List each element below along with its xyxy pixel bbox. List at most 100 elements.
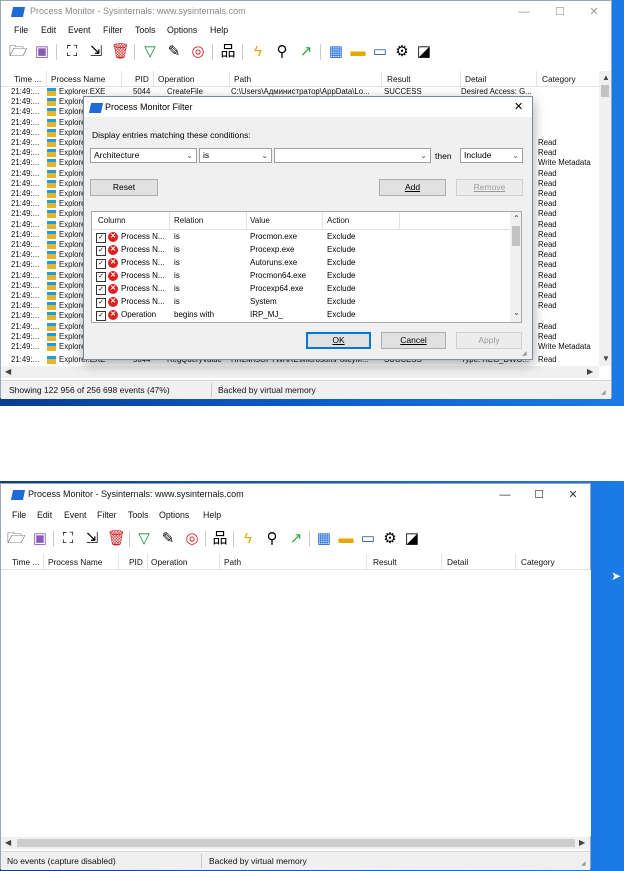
col-time[interactable]: Time ... <box>14 74 41 84</box>
col-separator[interactable] <box>118 554 119 569</box>
filesystem-icon[interactable]: ▬ <box>337 530 355 548</box>
col-separator[interactable] <box>147 554 148 569</box>
scroll-up-icon[interactable]: ▲ <box>602 73 610 82</box>
filter-rule-row[interactable]: ✓ ✕ Process N... is Procexp64.exe Exclude <box>92 283 509 296</box>
autoscroll-icon[interactable]: ⇲ <box>83 530 101 548</box>
scroll-down-icon[interactable]: ▼ <box>602 354 610 363</box>
autoscroll-icon[interactable]: ⇲ <box>87 43 105 61</box>
checkbox-checked-icon[interactable]: ✓ <box>96 272 106 282</box>
checkbox-checked-icon[interactable]: ✓ <box>96 259 106 269</box>
scroll-right-icon[interactable]: ▶ <box>587 367 593 376</box>
checkbox-checked-icon[interactable]: ✓ <box>96 233 106 243</box>
profiling-icon[interactable]: ◪ <box>415 43 433 61</box>
col-process-name[interactable]: Process Name <box>48 557 102 567</box>
title-bar[interactable]: Process Monitor - Sysinternals: www.sysi… <box>1 484 590 506</box>
dialog-title-bar[interactable]: Process Monitor Filter ✕ <box>84 97 532 117</box>
col-separator[interactable] <box>366 554 367 569</box>
event-icon[interactable]: ϟ <box>249 43 267 61</box>
filter-icon[interactable]: ▽ <box>135 530 153 548</box>
filter-rule-row[interactable]: ✓ ✕ Process N... is Autoruns.exe Exclude <box>92 257 509 270</box>
resize-grip-icon[interactable]: ◢ <box>601 389 609 397</box>
scroll-left-icon[interactable]: ◀ <box>5 367 11 376</box>
col-path[interactable]: Path <box>234 74 251 84</box>
open-folder-icon[interactable]: 🗁 <box>7 530 26 548</box>
checkbox-checked-icon[interactable]: ✓ <box>96 298 106 308</box>
open-folder-icon[interactable]: 🗁 <box>9 43 28 61</box>
jump-icon[interactable]: ↗ <box>287 530 305 548</box>
menu-edit[interactable]: Edit <box>41 25 56 35</box>
menu-filter[interactable]: Filter <box>103 25 123 35</box>
close-icon[interactable]: ✕ <box>579 3 609 21</box>
maximize-icon[interactable]: ☐ <box>524 486 554 504</box>
menu-file[interactable]: File <box>14 25 28 35</box>
filesystem-icon[interactable]: ▬ <box>349 43 367 61</box>
scroll-thumb[interactable] <box>512 226 520 246</box>
minimize-icon[interactable]: — <box>490 486 520 504</box>
menu-filter[interactable]: Filter <box>97 510 117 520</box>
list-col-separator[interactable] <box>246 212 247 229</box>
network-icon[interactable]: ▭ <box>371 43 389 61</box>
title-bar[interactable]: Process Monitor - Sysinternals: www.sysi… <box>1 1 611 23</box>
highlight-icon[interactable]: ✎ <box>159 530 177 548</box>
close-icon[interactable]: ✕ <box>558 486 588 504</box>
scroll-down-icon[interactable]: ⌄ <box>513 308 520 317</box>
horizontal-scrollbar[interactable]: ◀ ▶ <box>1 366 599 378</box>
target-icon[interactable]: ◎ <box>183 530 201 548</box>
filter-icon[interactable]: ▽ <box>141 43 159 61</box>
col-operation[interactable]: Operation <box>151 557 187 567</box>
col-separator[interactable] <box>229 71 230 86</box>
process-tree-icon[interactable]: 品 <box>211 530 229 548</box>
col-separator[interactable] <box>46 71 47 86</box>
col-operation[interactable]: Operation <box>158 74 194 84</box>
registry-icon[interactable]: ▦ <box>315 530 333 548</box>
profiling-icon[interactable]: ◪ <box>403 530 421 548</box>
col-separator[interactable] <box>43 554 44 569</box>
col-separator[interactable] <box>121 71 122 86</box>
checkbox-checked-icon[interactable]: ✓ <box>96 246 106 256</box>
highlight-icon[interactable]: ✎ <box>165 43 183 61</box>
menu-event[interactable]: Event <box>64 510 87 520</box>
checkbox-checked-icon[interactable]: ✓ <box>96 285 106 295</box>
clear-icon[interactable]: 🗑 <box>107 530 126 548</box>
vertical-scrollbar[interactable]: ▲ ▼ <box>599 71 611 366</box>
list-col-separator[interactable] <box>322 212 323 229</box>
reset-button[interactable]: Reset <box>90 179 158 196</box>
dialog-close-icon[interactable]: ✕ <box>514 100 523 113</box>
col-separator[interactable] <box>219 554 220 569</box>
filter-rule-row[interactable]: ✓ ✕ Process N... is System Exclude <box>92 296 509 309</box>
event-list-empty[interactable] <box>1 570 591 836</box>
col-separator[interactable] <box>441 554 442 569</box>
scroll-up-icon[interactable]: ⌃ <box>513 214 520 223</box>
network-icon[interactable]: ▭ <box>359 530 377 548</box>
col-separator[interactable] <box>381 71 382 86</box>
col-separator[interactable] <box>153 71 154 86</box>
list-col-value[interactable]: Value <box>250 216 270 225</box>
col-result[interactable]: Result <box>387 74 411 84</box>
col-time[interactable]: Time ... <box>12 557 39 567</box>
menu-event[interactable]: Event <box>68 25 91 35</box>
jump-icon[interactable]: ↗ <box>297 43 315 61</box>
resize-grip-icon[interactable]: ◢ <box>581 860 589 868</box>
scroll-thumb[interactable] <box>17 839 575 847</box>
value-combo[interactable]: ⌄ <box>274 148 431 163</box>
minimize-icon[interactable]: — <box>509 3 539 21</box>
menu-file[interactable]: File <box>12 510 26 520</box>
target-icon[interactable]: ◎ <box>189 43 207 61</box>
list-col-separator[interactable] <box>169 212 170 229</box>
filter-rule-row[interactable]: ✓ ✕ Process N... is Procmon.exe Exclude <box>92 231 509 244</box>
menu-options[interactable]: Options <box>159 510 189 520</box>
filter-rule-row[interactable]: ✓ ✕ Process N... is Procexp.exe Exclude <box>92 244 509 257</box>
clear-icon[interactable]: 🗑 <box>111 43 130 61</box>
save-icon[interactable]: ▣ <box>31 530 49 548</box>
menu-tools[interactable]: Tools <box>135 25 156 35</box>
scroll-thumb[interactable] <box>601 85 609 97</box>
capture-icon[interactable]: ⛶ <box>59 530 77 548</box>
find-icon[interactable]: ⚲ <box>263 530 281 548</box>
col-category[interactable]: Category <box>521 557 555 567</box>
menu-help[interactable]: Help <box>203 510 221 520</box>
col-detail[interactable]: Detail <box>465 74 486 84</box>
col-separator[interactable] <box>515 554 516 569</box>
capture-icon[interactable]: ⛶ <box>63 43 81 61</box>
scroll-right-icon[interactable]: ▶ <box>579 838 585 847</box>
maximize-icon[interactable]: ☐ <box>545 3 575 21</box>
